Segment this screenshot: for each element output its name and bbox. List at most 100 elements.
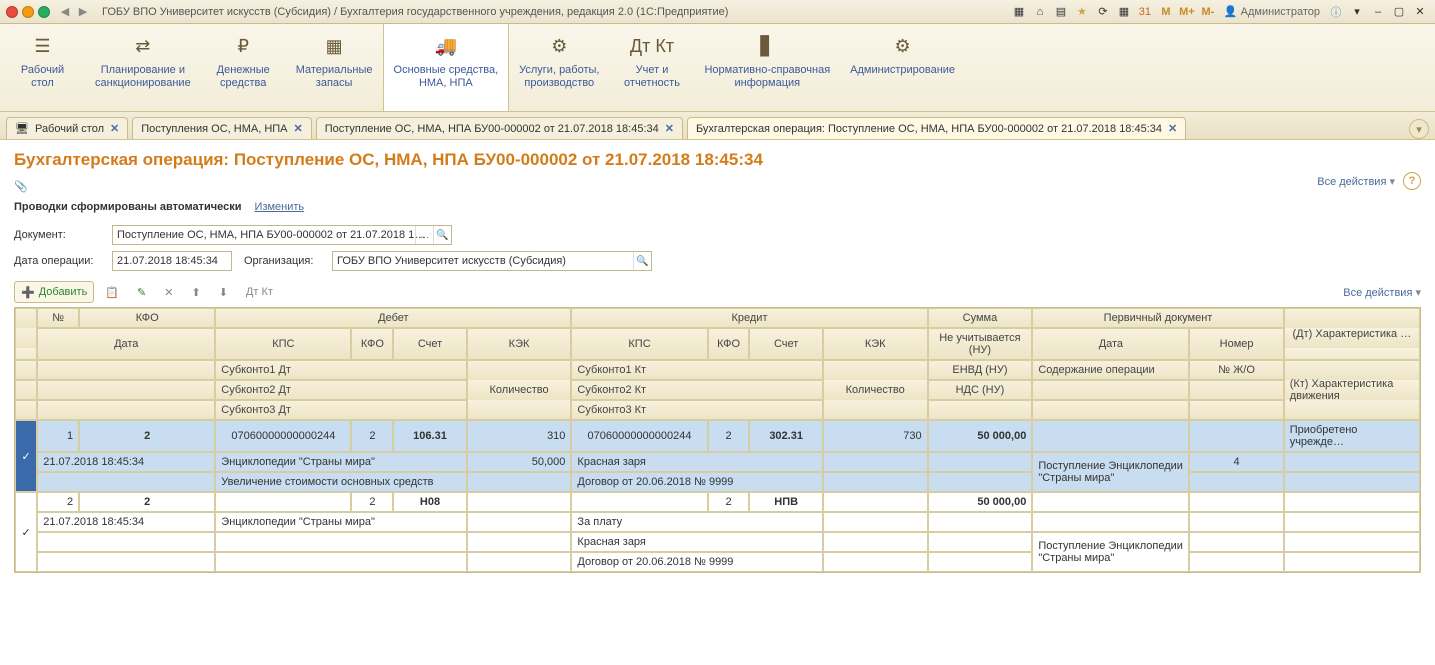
nav-planning[interactable]: ⇄Планирование и санкционирование xyxy=(85,24,201,111)
admin-menu[interactable]: 👤 Администратор xyxy=(1220,3,1324,21)
doc-input[interactable]: Поступление ОС, НМА, НПА БУ00-000002 от … xyxy=(112,225,452,245)
row-marker[interactable]: ✓ xyxy=(15,492,37,572)
col-doc-no[interactable]: Номер xyxy=(1189,328,1283,360)
tab-list[interactable]: Поступления ОС, НМА, НПА✕ xyxy=(132,117,311,139)
nav-accounting[interactable]: Дт КтУчет и отчетность xyxy=(609,24,694,111)
col-nds[interactable]: НДС (НУ) xyxy=(928,380,1033,400)
col-kps-kt[interactable]: КПС xyxy=(571,328,707,360)
col-credit[interactable]: Кредит xyxy=(571,308,927,328)
col-marker[interactable] xyxy=(15,308,37,360)
home-icon[interactable]: ⌂ xyxy=(1031,3,1049,21)
tabs-expand-icon[interactable]: ▾ xyxy=(1409,119,1429,139)
nav-admin[interactable]: ⚙Администрирование xyxy=(840,24,965,111)
col-kek-dt[interactable]: КЭК xyxy=(467,328,572,360)
date-input[interactable]: 21.07.2018 18:45:34 xyxy=(112,251,232,271)
tab-close-icon[interactable]: ✕ xyxy=(1168,122,1177,135)
m-minus-icon[interactable]: M- xyxy=(1199,3,1217,21)
col-sub3kt[interactable]: Субконто3 Кт xyxy=(571,400,822,420)
col-debit[interactable]: Дебет xyxy=(215,308,571,328)
calendar-icon[interactable]: 31 xyxy=(1136,3,1154,21)
nav-materials[interactable]: ▦Материальные запасы xyxy=(286,24,383,111)
close-icon[interactable]: ✕ xyxy=(1411,3,1429,21)
info-icon[interactable]: ⓘ xyxy=(1327,3,1345,21)
col-kt-char[interactable]: (Кт) Характеристика движения xyxy=(1284,360,1420,420)
nav-assets[interactable]: 🚚Основные средства, НМА, НПА xyxy=(383,24,510,111)
dtkt-button[interactable]: Дт Кт xyxy=(239,281,280,303)
col-kfo[interactable]: КФО xyxy=(79,308,215,328)
col-sum[interactable]: Сумма xyxy=(928,308,1033,328)
table-row[interactable]: Договор от 20.06.2018 № 9999 xyxy=(15,552,1420,572)
attachment-icon[interactable]: 📎 xyxy=(14,180,1421,193)
doc-icon[interactable]: ▤ xyxy=(1052,3,1070,21)
col-acc-dt[interactable]: Счет xyxy=(393,328,466,360)
dropdown-icon[interactable]: ▾ xyxy=(1348,3,1366,21)
org-input[interactable]: ГОБУ ВПО Университет искусств (Субсидия)… xyxy=(332,251,652,271)
tab-operation[interactable]: Бухгалтерская операция: Поступление ОС, … xyxy=(687,117,1186,139)
tab-doc[interactable]: Поступление ОС, НМА, НПА БУ00-000002 от … xyxy=(316,117,683,139)
history-icon[interactable]: ⟳ xyxy=(1094,3,1112,21)
open-icon[interactable]: 🔍 xyxy=(433,226,451,244)
table-row[interactable]: ✓ 2 2 2 Н08 2 НПВ 50 000,00 xyxy=(15,492,1420,512)
col-kek-kt[interactable]: КЭК xyxy=(823,328,928,360)
m-plus-icon[interactable]: M+ xyxy=(1178,3,1196,21)
calc-icon[interactable]: ▦ xyxy=(1115,3,1133,21)
maximize-window-icon[interactable] xyxy=(38,6,50,18)
col-kfo-dt[interactable]: КФО xyxy=(351,328,393,360)
table-row[interactable]: Красная заря Поступление Энциклопедии "С… xyxy=(15,532,1420,552)
col-sub3dt[interactable]: Субконто3 Дт xyxy=(215,400,466,420)
table-row[interactable]: Увеличение стоимости основных средств До… xyxy=(15,472,1420,492)
col-qty-dt[interactable]: Количество xyxy=(467,360,572,420)
col-no-nu[interactable]: Не учитывается (НУ) xyxy=(928,328,1033,360)
cell-date: 21.07.2018 18:45:34 xyxy=(37,452,215,472)
nav-reference[interactable]: ▋Нормативно-справочная информация xyxy=(694,24,840,111)
table-row[interactable]: 21.07.2018 18:45:34 Энциклопедии "Страны… xyxy=(15,452,1420,472)
col-dt-char[interactable]: (Дт) Характеристика … xyxy=(1284,308,1420,360)
tab-desktop[interactable]: 🖥Рабочий стол✕ xyxy=(6,117,128,139)
nav-money[interactable]: ₽Денежные средства xyxy=(201,24,286,111)
delete-button[interactable]: ✕ xyxy=(157,281,180,303)
col-sub1dt[interactable]: Субконто1 Дт xyxy=(215,360,466,380)
star-icon[interactable]: ★ xyxy=(1073,3,1091,21)
col-doc-date[interactable]: Дата xyxy=(1032,328,1189,360)
move-down-button[interactable]: ⬇ xyxy=(212,281,235,303)
copy-button[interactable]: 📋 xyxy=(98,281,126,303)
col-sub2dt[interactable]: Субконто2 Дт xyxy=(215,380,466,400)
col-date[interactable]: Дата xyxy=(37,328,215,360)
restore-icon[interactable]: ▢ xyxy=(1390,3,1408,21)
change-link[interactable]: Изменить xyxy=(255,201,305,213)
grid-icon[interactable]: ▦ xyxy=(1010,3,1028,21)
tab-close-icon[interactable]: ✕ xyxy=(110,122,119,135)
forward-icon[interactable]: ▶ xyxy=(74,3,92,21)
col-qty-kt[interactable]: Количество xyxy=(823,360,928,420)
col-prim-doc[interactable]: Первичный документ xyxy=(1032,308,1283,328)
back-icon[interactable]: ◀ xyxy=(56,3,74,21)
col-jo[interactable]: № Ж/О xyxy=(1189,360,1283,380)
add-button[interactable]: ➕ Добавить xyxy=(14,281,94,303)
all-actions-table[interactable]: Все действия xyxy=(1343,286,1421,299)
tab-close-icon[interactable]: ✕ xyxy=(294,122,303,135)
m-icon[interactable]: M xyxy=(1157,3,1175,21)
minimize-window-icon[interactable] xyxy=(22,6,34,18)
table-row[interactable]: ✓ 1 2 07060000000000244 2 106.31 310 070… xyxy=(15,420,1420,452)
col-content[interactable]: Содержание операции xyxy=(1032,360,1189,380)
move-up-button[interactable]: ⬆ xyxy=(184,281,207,303)
row-marker[interactable]: ✓ xyxy=(15,420,37,492)
col-kps-dt[interactable]: КПС xyxy=(215,328,351,360)
nav-services[interactable]: ⚙Услуги, работы, производство xyxy=(509,24,609,111)
min-icon[interactable]: – xyxy=(1369,3,1387,21)
tab-close-icon[interactable]: ✕ xyxy=(665,122,674,135)
col-kfo-kt[interactable]: КФО xyxy=(708,328,750,360)
col-no[interactable]: № xyxy=(37,308,79,328)
col-acc-kt[interactable]: Счет xyxy=(749,328,822,360)
close-window-icon[interactable] xyxy=(6,6,18,18)
nav-desktop[interactable]: ☰Рабочий стол xyxy=(0,24,85,111)
select-icon[interactable]: … xyxy=(415,226,433,244)
table-row[interactable]: 21.07.2018 18:45:34 Энциклопедии "Страны… xyxy=(15,512,1420,532)
col-sub1kt[interactable]: Субконто1 Кт xyxy=(571,360,822,380)
all-actions-menu[interactable]: Все действия xyxy=(1317,175,1395,188)
col-envd[interactable]: ЕНВД (НУ) xyxy=(928,360,1033,380)
edit-button[interactable]: ✎ xyxy=(130,281,153,303)
open-icon[interactable]: 🔍 xyxy=(633,252,651,270)
help-icon[interactable]: ? xyxy=(1403,172,1421,190)
col-sub2kt[interactable]: Субконто2 Кт xyxy=(571,380,822,400)
